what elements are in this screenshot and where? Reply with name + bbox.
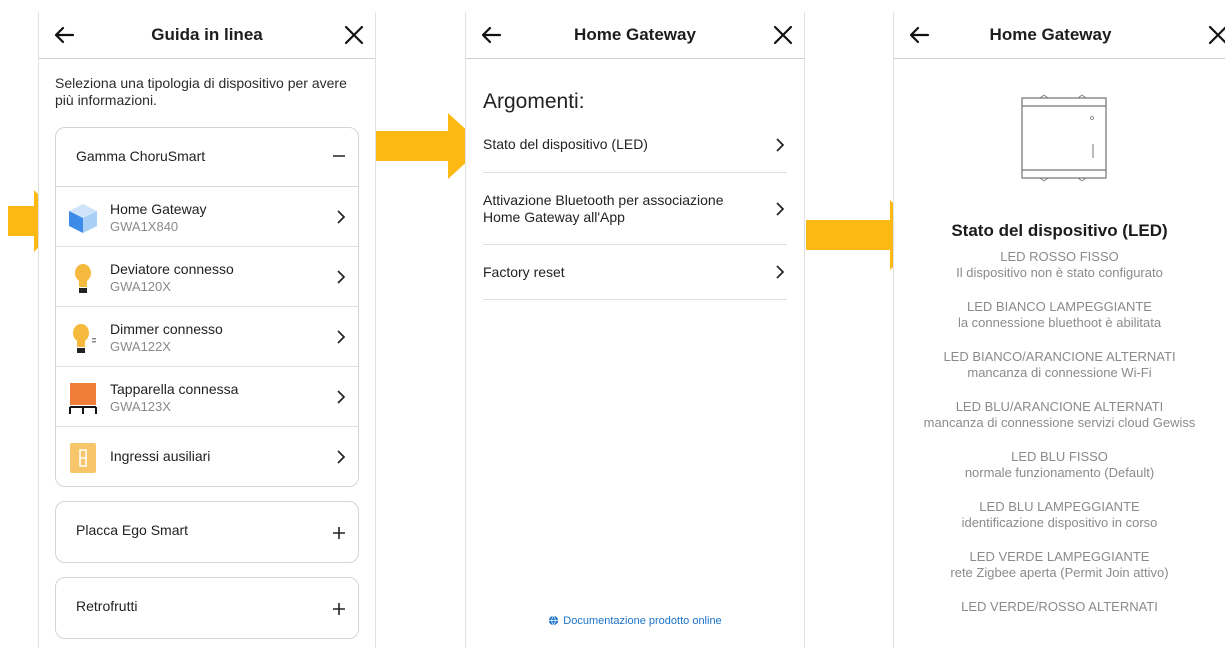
led-entry: LED ROSSO FISSO Il dispositivo non è stat… bbox=[894, 249, 1225, 281]
group-label: Gamma ChoruSmart bbox=[76, 148, 206, 164]
chevron-right-icon bbox=[776, 202, 785, 216]
device-code: GWA120X bbox=[110, 279, 171, 294]
topic-label: Attivazione Bluetooth per associazione H… bbox=[483, 192, 724, 225]
close-icon[interactable] bbox=[772, 24, 794, 46]
led-entry: LED VERDE LAMPEGGIANTE rete Zigbee aperta… bbox=[894, 549, 1225, 581]
led-entry: LED BLU FISSO normale funzionamento (Defa… bbox=[894, 449, 1225, 481]
intro-text: Seleziona una tipologia di dispositivo p… bbox=[55, 75, 347, 108]
led-state: LED BIANCO/ARANCIONE ALTERNATI bbox=[943, 349, 1176, 364]
led-entry: LED BIANCO LAMPEGGIANTE la connessione bl… bbox=[894, 299, 1225, 331]
home-gateway-device-illustration bbox=[1021, 94, 1107, 182]
device-name: Deviatore connesso bbox=[110, 261, 234, 277]
led-entry: LED BLU LAMPEGGIANTE identificazione disp… bbox=[894, 499, 1225, 531]
chevron-right-icon bbox=[337, 270, 346, 284]
device-item-ingressi-ausiliari[interactable]: Ingressi ausiliari bbox=[56, 427, 358, 486]
plus-icon bbox=[333, 603, 345, 615]
led-state: LED BLU/ARANCIONE ALTERNATI bbox=[955, 399, 1164, 414]
screen-led-status: Home Gateway Stato del dispositivo (LED)… bbox=[893, 12, 1225, 648]
close-icon[interactable] bbox=[1207, 24, 1225, 46]
close-icon[interactable] bbox=[343, 24, 365, 46]
led-description: Il dispositivo non è stato configurato bbox=[956, 265, 1163, 280]
gateway-cube-icon bbox=[69, 204, 97, 233]
led-state: LED VERDE/ROSSO ALTERNATI bbox=[961, 599, 1158, 614]
led-status-list: LED ROSSO FISSO Il dispositivo non è stat… bbox=[894, 249, 1225, 633]
device-code: GWA123X bbox=[110, 399, 171, 414]
documentation-link-label: Documentazione prodotto online bbox=[563, 615, 722, 627]
device-name: Dimmer connesso bbox=[110, 321, 223, 337]
led-description: la connessione bluethoot è abilitata bbox=[957, 315, 1162, 330]
led-description: mancanza di connessione servizi cloud Ge… bbox=[923, 415, 1196, 430]
led-description: mancanza di connessione Wi-Fi bbox=[967, 365, 1152, 380]
group-header-gamma-chorusmart[interactable]: Gamma ChoruSmart bbox=[56, 128, 358, 187]
led-state: LED BIANCO LAMPEGGIANTE bbox=[967, 299, 1152, 314]
chevron-right-icon bbox=[337, 390, 346, 404]
led-entry: LED VERDE/ROSSO ALTERNATI bbox=[894, 599, 1225, 615]
device-item-deviatore-connesso[interactable]: Deviatore connesso GWA120X bbox=[56, 247, 358, 307]
bulb-dimmer-icon bbox=[73, 324, 96, 353]
top-bar: Guida in linea bbox=[39, 12, 375, 59]
plus-icon bbox=[333, 527, 345, 539]
bulb-icon bbox=[75, 264, 91, 293]
group-card-gamma-chorusmart: Gamma ChoruSmart Home Gateway GWA1X840 D… bbox=[55, 127, 359, 487]
group-card-placca-ego-smart: Placca Ego Smart bbox=[55, 501, 359, 563]
led-state: LED BLU FISSO bbox=[1011, 449, 1108, 464]
led-description: identificazione dispositivo in corso bbox=[961, 515, 1158, 530]
topic-item-factory-reset[interactable]: Factory reset bbox=[483, 264, 787, 300]
device-item-home-gateway[interactable]: Home Gateway GWA1X840 bbox=[56, 187, 358, 247]
led-state: LED ROSSO FISSO bbox=[1000, 249, 1119, 264]
led-entry: LED BLU/ARANCIONE ALTERNATI mancanza di c… bbox=[894, 399, 1225, 431]
device-item-dimmer-connesso[interactable]: Dimmer connesso GWA122X bbox=[56, 307, 358, 367]
led-description: normale funzionamento (Default) bbox=[964, 465, 1155, 480]
topic-item-led-status[interactable]: Stato del dispositivo (LED) bbox=[483, 136, 787, 173]
documentation-link[interactable]: Documentazione prodotto online bbox=[466, 615, 804, 627]
group-header-retrofrutti[interactable]: Retrofrutti bbox=[56, 578, 358, 638]
minus-icon bbox=[333, 155, 345, 157]
top-bar: Home Gateway bbox=[466, 12, 804, 59]
device-code: GWA122X bbox=[110, 339, 171, 354]
group-label: Retrofrutti bbox=[76, 598, 138, 614]
chevron-right-icon bbox=[337, 210, 346, 224]
page-title: Home Gateway bbox=[574, 25, 696, 44]
screen-online-guide: Guida in linea Seleziona una tipologia d… bbox=[38, 12, 376, 648]
aux-input-icon bbox=[70, 443, 96, 473]
globe-icon bbox=[549, 615, 559, 626]
led-state: LED VERDE LAMPEGGIANTE bbox=[969, 549, 1150, 564]
device-item-tapparella-connessa[interactable]: Tapparella connessa GWA123X bbox=[56, 367, 358, 427]
topic-item-bluetooth-activation[interactable]: Attivazione Bluetooth per associazione H… bbox=[483, 192, 787, 245]
device-name: Tapparella connessa bbox=[110, 381, 239, 397]
group-label: Placca Ego Smart bbox=[76, 522, 189, 538]
group-header-placca-ego-smart[interactable]: Placca Ego Smart bbox=[56, 502, 358, 562]
page-title: Home Gateway bbox=[989, 25, 1112, 44]
device-name: Ingressi ausiliari bbox=[110, 448, 211, 464]
chevron-right-icon bbox=[776, 265, 785, 279]
led-description: rete Zigbee aperta (Permit Join attivo) bbox=[950, 565, 1169, 580]
chevron-right-icon bbox=[337, 450, 346, 464]
led-entry: LED BIANCO/ARANCIONE ALTERNATI mancanza d… bbox=[894, 349, 1225, 381]
device-code: GWA1X840 bbox=[110, 219, 179, 234]
screen-home-gateway-topics: Home Gateway Argomenti: Stato del dispos… bbox=[465, 12, 805, 648]
chevron-right-icon bbox=[337, 330, 346, 344]
group-card-retrofrutti: Retrofrutti bbox=[55, 577, 359, 639]
top-bar: Home Gateway bbox=[894, 12, 1225, 59]
chevron-right-icon bbox=[776, 138, 785, 152]
device-name: Home Gateway bbox=[110, 201, 207, 217]
led-state: LED BLU LAMPEGGIANTE bbox=[979, 499, 1140, 514]
topic-label: Factory reset bbox=[483, 264, 565, 280]
section-title: Stato del dispositivo (LED) bbox=[951, 221, 1168, 240]
page-title: Guida in linea bbox=[151, 25, 263, 44]
topics-heading: Argomenti: bbox=[483, 90, 585, 113]
shutter-icon bbox=[69, 383, 97, 414]
topic-label: Stato del dispositivo (LED) bbox=[483, 136, 648, 152]
